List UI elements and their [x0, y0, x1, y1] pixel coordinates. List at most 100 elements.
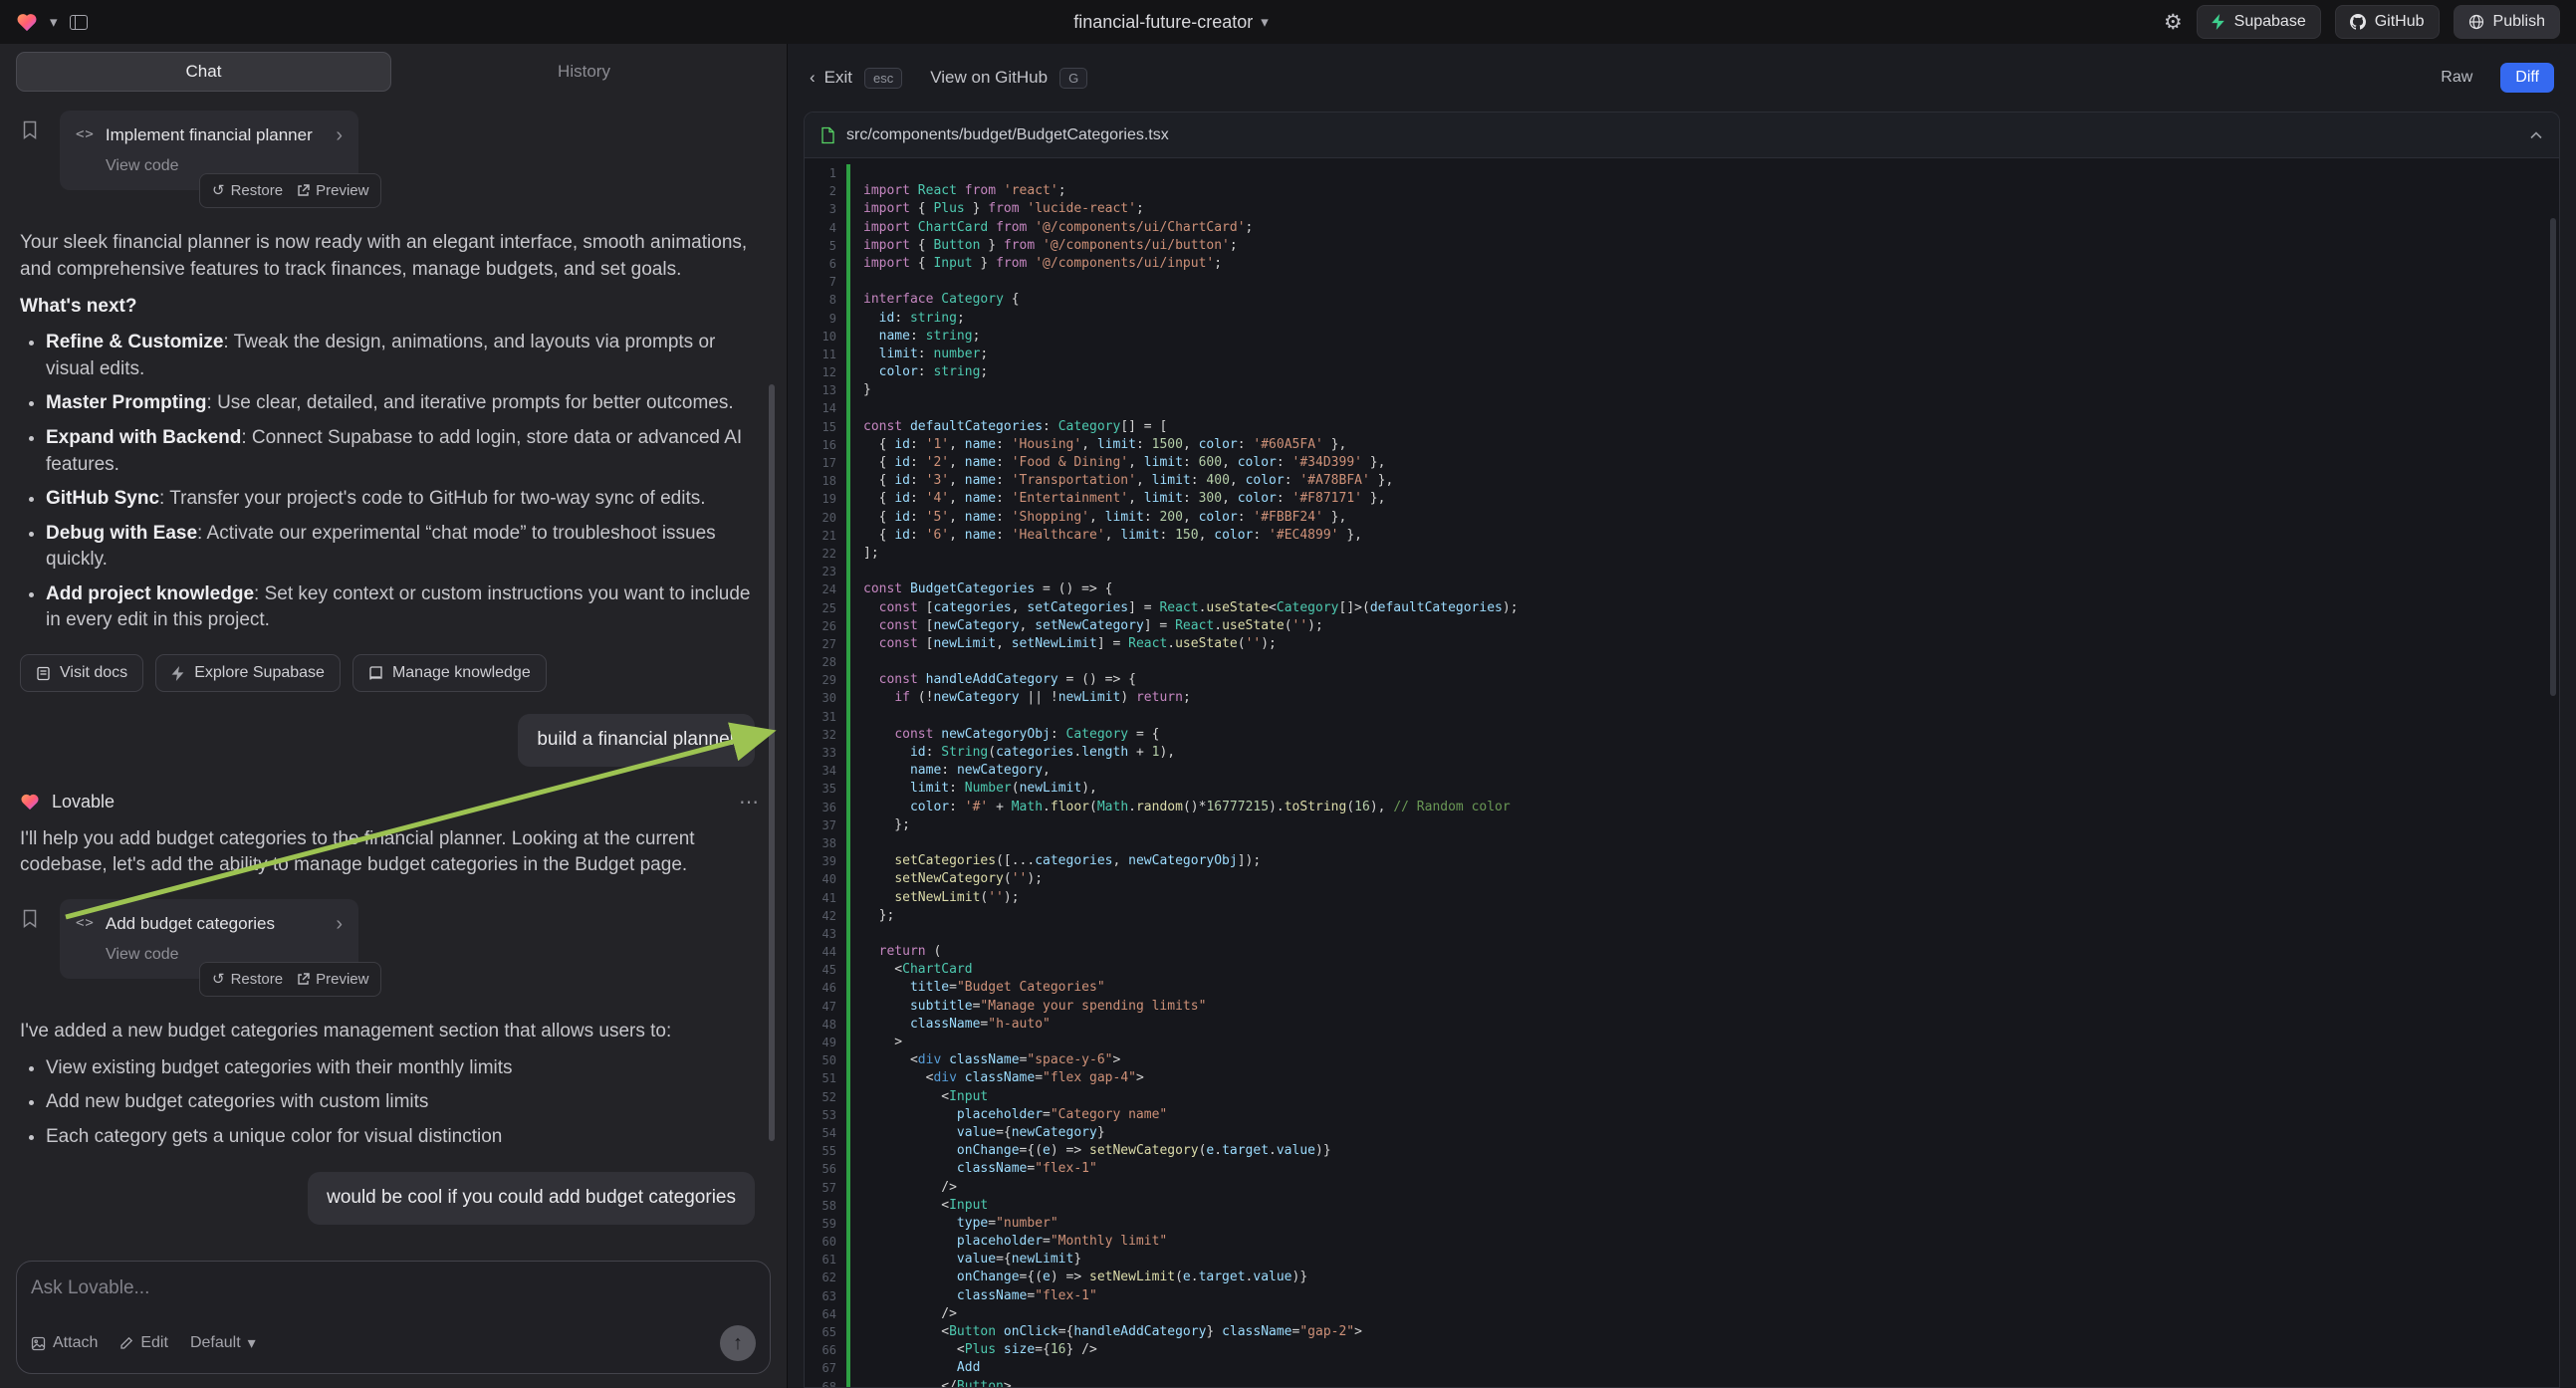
code-line: 39 setCategories([...categories, newCate…: [805, 852, 2559, 870]
code-text: { id: '2', name: 'Food & Dining', limit:…: [850, 454, 1385, 472]
code-text: id: String(categories.length + 1),: [850, 744, 1175, 762]
code-text: };: [850, 907, 894, 925]
code-line: 5import { Button } from '@/components/ui…: [805, 237, 2559, 255]
line-number: 47: [805, 998, 846, 1016]
edit-mode-button[interactable]: Edit: [119, 1334, 168, 1352]
lovable-logo-icon[interactable]: [16, 12, 38, 32]
preview-button[interactable]: Preview: [297, 180, 368, 201]
list-item: Add new budget categories with custom li…: [46, 1089, 759, 1116]
code-text: [850, 273, 863, 291]
code-text: className="flex-1": [850, 1160, 1097, 1178]
action-chip-row: Visit docs Explore Supabase Manage knowl…: [20, 654, 759, 692]
code-line: 57 />: [805, 1179, 2559, 1197]
line-number: 49: [805, 1034, 846, 1051]
docs-icon: [36, 666, 51, 681]
raw-button[interactable]: Raw: [2441, 69, 2472, 87]
list-item: Add project knowledge: Set key context o…: [46, 581, 759, 634]
line-number: 46: [805, 979, 846, 997]
attach-label: Attach: [53, 1334, 98, 1352]
code-scrollbar[interactable]: [2550, 218, 2556, 696]
line-number: 41: [805, 889, 846, 907]
settings-gear-icon[interactable]: [2164, 10, 2183, 35]
file-path-bar[interactable]: src/components/budget/BudgetCategories.t…: [805, 113, 2559, 158]
code-line: 7: [805, 273, 2559, 291]
code-line: 60 placeholder="Monthly limit": [805, 1233, 2559, 1251]
line-number: 44: [805, 943, 846, 961]
line-number: 25: [805, 599, 846, 617]
visit-docs-button[interactable]: Visit docs: [20, 654, 143, 692]
bookmark-icon[interactable]: [22, 120, 38, 148]
restore-button[interactable]: Restore: [212, 969, 283, 990]
line-number: 10: [805, 328, 846, 346]
code-text: title="Budget Categories": [850, 979, 1105, 997]
edit-card-add-categories[interactable]: Add budget categories View code Restore …: [60, 899, 358, 979]
card-hover-toolbar: Restore Preview: [199, 962, 381, 997]
chevron-left-icon: [810, 68, 816, 88]
project-switcher[interactable]: financial-future-creator: [1073, 12, 1269, 33]
code-text: value={newCategory}: [850, 1124, 1105, 1142]
line-number: 19: [805, 490, 846, 508]
restore-label: Restore: [231, 969, 284, 990]
line-number: 33: [805, 744, 846, 762]
explore-supabase-button[interactable]: Explore Supabase: [155, 654, 341, 692]
code-text: const [newLimit, setNewLimit] = React.us…: [850, 635, 1277, 653]
code-line: 25 const [categories, setCategories] = R…: [805, 599, 2559, 617]
code-text: onChange={(e) => setNewLimit(e.target.va…: [850, 1269, 1307, 1286]
exit-label: Exit: [824, 68, 852, 88]
code-icon: [76, 914, 95, 934]
mode-select[interactable]: Default: [190, 1333, 256, 1353]
line-number: 1: [805, 164, 846, 182]
manage-knowledge-button[interactable]: Manage knowledge: [352, 654, 547, 692]
edit-icon: [119, 1336, 133, 1350]
code-line: 27 const [newLimit, setNewLimit] = React…: [805, 635, 2559, 653]
code-text: if (!newCategory || !newLimit) return;: [850, 689, 1191, 707]
sidebar-toggle-icon[interactable]: [70, 15, 88, 30]
exit-button[interactable]: Exit: [810, 68, 852, 88]
chat-input[interactable]: [31, 1277, 720, 1299]
bookmark-icon[interactable]: [22, 909, 38, 937]
code-line: 67 Add: [805, 1359, 2559, 1377]
line-number: 57: [805, 1179, 846, 1197]
edit-card-implement-planner[interactable]: Implement financial planner View code Re…: [60, 111, 358, 190]
github-button[interactable]: GitHub: [2335, 5, 2440, 39]
line-number: 64: [805, 1305, 846, 1323]
code-editor[interactable]: 12import React from 'react';3import { Pl…: [805, 158, 2559, 1387]
diff-button[interactable]: Diff: [2500, 63, 2554, 93]
code-line: 47 subtitle="Manage your spending limits…: [805, 998, 2559, 1016]
chat-scrollbar[interactable]: [769, 384, 775, 1141]
restore-button[interactable]: Restore: [212, 180, 283, 201]
code-line: 1: [805, 164, 2559, 182]
code-text: />: [850, 1179, 957, 1197]
line-number: 43: [805, 925, 846, 943]
code-text: value={newLimit}: [850, 1251, 1081, 1269]
chevron-down-icon: [248, 1333, 256, 1353]
line-number: 34: [805, 762, 846, 780]
tab-history[interactable]: History: [397, 52, 771, 92]
supabase-button[interactable]: Supabase: [2197, 5, 2321, 39]
code-line: 33 id: String(categories.length + 1),: [805, 744, 2559, 762]
code-line: 43: [805, 925, 2559, 943]
code-text: const handleAddCategory = () => {: [850, 671, 1136, 689]
code-text: import { Plus } from 'lucide-react';: [850, 200, 1144, 218]
lovable-avatar-icon: [20, 793, 42, 812]
line-number: 55: [805, 1142, 846, 1160]
line-number: 9: [805, 310, 846, 328]
code-text: color: '#' + Math.floor(Math.random()*16…: [850, 799, 1511, 816]
code-line: 23: [805, 563, 2559, 580]
file-path: src/components/budget/BudgetCategories.t…: [846, 126, 1169, 144]
publish-button[interactable]: Publish: [2454, 5, 2560, 39]
topbar-left: [16, 12, 88, 32]
send-button[interactable]: [720, 1325, 756, 1361]
line-number: 40: [805, 870, 846, 888]
file-card: src/components/budget/BudgetCategories.t…: [804, 112, 2560, 1388]
logo-menu-chevron-icon[interactable]: [50, 13, 58, 31]
tab-chat[interactable]: Chat: [16, 52, 391, 92]
collapse-file-icon[interactable]: [2529, 130, 2543, 139]
attach-button[interactable]: Attach: [31, 1334, 98, 1352]
preview-button[interactable]: Preview: [297, 969, 368, 990]
code-line: 11 limit: number;: [805, 346, 2559, 363]
composer-toolbar: Attach Edit Default: [31, 1325, 756, 1361]
view-on-github-link[interactable]: View on GitHub: [930, 68, 1048, 88]
message-more-icon[interactable]: [739, 789, 759, 816]
line-number: 37: [805, 816, 846, 834]
